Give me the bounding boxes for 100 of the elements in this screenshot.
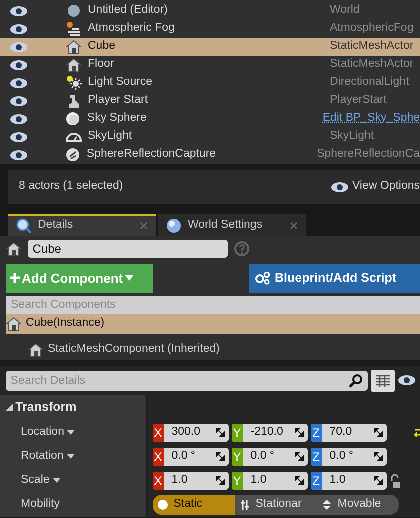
panel-tab[interactable]: Details: [8, 214, 156, 236]
axis-label: Y: [232, 448, 243, 466]
gears-icon: [255, 271, 271, 286]
actor-type: AtmosphericFog: [330, 21, 414, 36]
sphere-capture-icon: [64, 147, 81, 163]
axis-label: X: [152, 424, 164, 442]
visibility-eye-icon: [10, 132, 28, 142]
axis-label: Y: [232, 472, 243, 490]
outliner-row[interactable]: Floor StaticMeshActor: [0, 56, 420, 74]
axis-label: Z: [310, 448, 322, 466]
circle-icon: [158, 500, 168, 510]
actor-name: SphereReflectionCapture: [86, 147, 218, 162]
component-row[interactable]: StaticMeshComponent (Inherited): [6, 340, 420, 360]
search-icon: [348, 374, 363, 388]
outliner-row[interactable]: Atmospheric Fog AtmosphericFog: [0, 20, 420, 38]
actor-type: StaticMeshActor: [330, 57, 414, 72]
visibility-eye-icon: [10, 42, 28, 52]
visibility-eye-icon: [398, 375, 416, 386]
property-label: Scale: [21, 473, 50, 488]
resize-arrow-icon: [294, 452, 304, 462]
house-icon: [28, 342, 44, 358]
visibility-eye-icon: [331, 182, 350, 192]
actor-name: Untitled (Editor): [88, 3, 169, 18]
resize-arrow-icon: [294, 428, 304, 438]
outliner-row[interactable]: Untitled (Editor) World: [0, 2, 420, 20]
outliner-row[interactable]: SkyLight SkyLight: [0, 128, 420, 146]
actor-name: Cube: [88, 39, 116, 54]
globe-icon: [166, 218, 182, 234]
dropdown-caret-icon: [67, 430, 76, 436]
close-icon[interactable]: [290, 222, 298, 230]
actor-count: 8 actors (1 selected): [19, 179, 124, 194]
actor-type: World: [330, 3, 360, 18]
search-details-field[interactable]: Search Details: [6, 370, 368, 391]
actor-type: StaticMeshActor: [330, 39, 414, 54]
dropdown-caret-icon: [52, 478, 61, 484]
house-icon: [66, 39, 82, 55]
resize-arrow-icon: [374, 476, 383, 486]
actor-name: Floor: [88, 57, 116, 72]
outliner-row[interactable]: Light Source DirectionalLight: [0, 74, 420, 92]
resize-arrow-icon: [216, 452, 225, 462]
outliner-row[interactable]: Cube StaticMeshActor: [0, 38, 420, 56]
blueprint-script-button[interactable]: Blueprint/Add Script: [249, 264, 420, 293]
caret-icon: [125, 275, 134, 282]
grid-icon: [376, 374, 390, 387]
up-down-arrows-icon: [322, 500, 332, 510]
actor-type: SkyLight: [330, 129, 374, 144]
panel-tab[interactable]: World Settings: [158, 214, 306, 236]
plus-icon: [10, 273, 20, 284]
outliner-row[interactable]: Player Start PlayerStart: [0, 92, 420, 110]
visibility-eye-icon: [10, 78, 28, 88]
property-label: Location: [21, 425, 64, 440]
view-options-button[interactable]: View Options: [331, 178, 420, 196]
house-icon: [6, 316, 22, 332]
house-icon: [66, 57, 82, 73]
edit-blueprint-link[interactable]: Edit BP_Sky_Sphe: [322, 110, 420, 128]
actor-type: PlayerStart: [330, 93, 387, 108]
actor-type: SphereReflectionCa: [317, 147, 420, 162]
mobility-option[interactable]: Static: [152, 494, 235, 515]
visibility-eye-icon: [10, 6, 28, 16]
visibility-eye-icon: [10, 24, 28, 34]
sliders-icon: [240, 500, 250, 510]
actor-name: SkyLight: [88, 129, 134, 144]
actor-name-field[interactable]: Cube: [28, 240, 228, 258]
actor-name: Sky Sphere: [87, 111, 148, 126]
visibility-eye-icon: [10, 114, 28, 124]
component-row[interactable]: Cube(Instance): [6, 314, 420, 334]
sun-icon: [66, 75, 82, 91]
property-label: Rotation: [21, 449, 64, 464]
search-components-field[interactable]: Search Components: [6, 296, 420, 314]
actor-type: DirectionalLight: [330, 75, 410, 90]
visibility-eye-icon: [10, 60, 28, 70]
sphere-icon: [65, 111, 82, 127]
axis-label: Z: [310, 424, 322, 442]
resize-arrow-icon: [374, 452, 383, 462]
axis-label: X: [152, 472, 164, 490]
actor-name: Light Source: [88, 75, 154, 90]
info-magnifier-icon: [16, 218, 32, 234]
axis-label: X: [152, 448, 164, 466]
property-label: Mobility: [21, 497, 60, 512]
actor-name: Player Start: [88, 93, 150, 108]
resize-arrow-icon: [374, 428, 383, 438]
resize-arrow-icon: [294, 476, 304, 486]
outliner-row[interactable]: Sky Sphere Edit BP_Sky_Sphe: [0, 110, 420, 128]
visibility-eye-icon: [10, 96, 28, 106]
resize-arrow-icon: [216, 428, 225, 438]
help-icon: [234, 241, 250, 257]
outliner-row[interactable]: SphereReflectionCapture SphereReflectionCa: [0, 146, 420, 164]
dropdown-caret-icon: [66, 454, 75, 460]
visibility-eye-icon: [10, 150, 28, 160]
axis-label: Z: [310, 472, 322, 490]
section-title: Transform: [16, 399, 77, 416]
resize-arrow-icon: [216, 476, 225, 486]
actor-name: Atmospheric Fog: [88, 21, 176, 36]
house-icon: [6, 241, 22, 257]
grid-view-button[interactable]: [370, 370, 395, 392]
fog-icon: [66, 21, 82, 37]
globe-icon: [66, 3, 82, 19]
axis-label: Y: [232, 424, 243, 442]
mobility-option[interactable]: Stationar: [234, 494, 317, 515]
mobility-option[interactable]: Movable: [316, 494, 399, 515]
